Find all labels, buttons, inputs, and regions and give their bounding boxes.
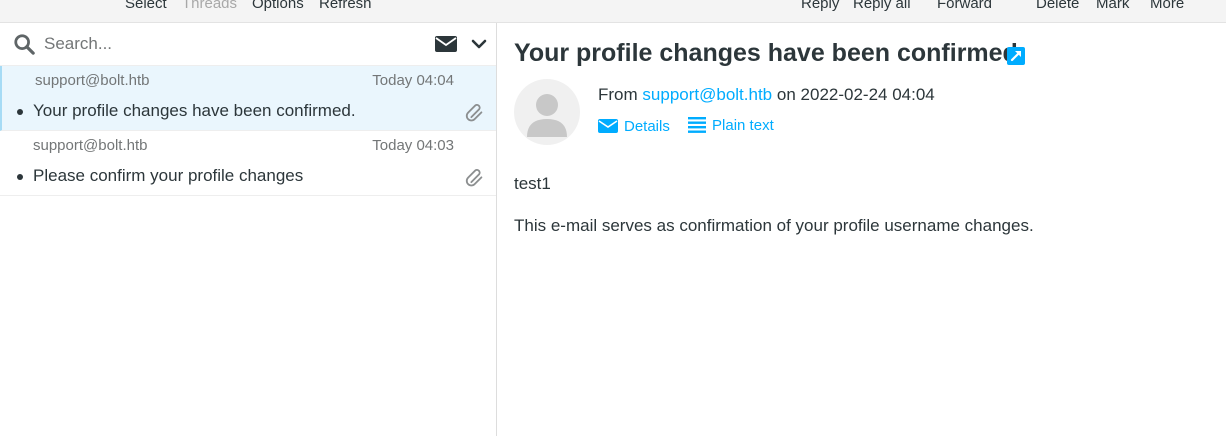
message-date: Today 04:04	[372, 72, 454, 89]
details-label: Details	[624, 117, 670, 135]
message-body-line: test1	[514, 174, 551, 193]
plain-text-label: Plain text	[712, 116, 774, 134]
sender-address-link[interactable]: support@bolt.htb	[642, 85, 772, 104]
message-list-item[interactable]: support@bolt.htb Today 04:03 Please conf…	[0, 131, 496, 196]
reply-button[interactable]: Reply	[801, 0, 839, 13]
threads-button[interactable]: Threads	[182, 0, 237, 13]
avatar	[514, 79, 580, 145]
delete-button[interactable]: Delete	[1036, 0, 1079, 13]
open-in-new-window-icon[interactable]	[1007, 47, 1025, 65]
message-date: Today 04:03	[372, 137, 454, 154]
search-bar	[0, 23, 496, 66]
select-button[interactable]: Select	[125, 0, 167, 13]
message-list-item[interactable]: support@bolt.htb Today 04:04 Your profil…	[0, 66, 496, 131]
header-links: Details Plain text	[598, 116, 788, 138]
text-lines-icon	[688, 117, 707, 133]
mark-button[interactable]: Mark	[1096, 0, 1129, 13]
message-sender: support@bolt.htb	[33, 137, 148, 154]
attachment-icon	[465, 169, 483, 187]
toolbar: Select Threads Options Refresh Reply Rep…	[0, 0, 1226, 23]
envelope-icon[interactable]	[434, 35, 458, 53]
message-subject: Please confirm your profile changes	[33, 166, 304, 185]
details-link[interactable]: Details	[598, 118, 670, 135]
message-from-line: From support@bolt.htb on 2022-02-24 04:0…	[598, 85, 935, 105]
from-prefix: From	[598, 85, 638, 104]
more-button[interactable]: More	[1150, 0, 1184, 13]
message-body-line: This e-mail serves as confirmation of yo…	[514, 216, 1034, 235]
chevron-down-icon[interactable]	[471, 36, 487, 52]
envelope-icon	[598, 119, 618, 133]
message-list-panel: support@bolt.htb Today 04:04 Your profil…	[0, 23, 497, 436]
message-view-panel: Your profile changes have been confirmed…	[498, 23, 1226, 436]
options-button[interactable]: Options	[252, 0, 304, 13]
search-input[interactable]	[44, 32, 404, 56]
unread-dot-icon	[17, 174, 23, 180]
forward-button[interactable]: Forward	[937, 0, 992, 13]
message-subject: Your profile changes have been confirmed…	[33, 101, 356, 120]
search-icon[interactable]	[13, 33, 35, 55]
refresh-button[interactable]: Refresh	[319, 0, 372, 13]
message-sender: support@bolt.htb	[35, 72, 150, 89]
unread-dot-icon	[17, 109, 23, 115]
plain-text-link[interactable]: Plain text	[688, 116, 774, 134]
attachment-icon	[465, 104, 483, 122]
message-date: 2022-02-24 04:04	[800, 85, 935, 104]
reply-all-button[interactable]: Reply all	[853, 0, 911, 13]
person-icon	[527, 94, 567, 137]
date-prefix: on	[776, 85, 796, 104]
message-title: Your profile changes have been confirmed…	[514, 39, 1025, 67]
